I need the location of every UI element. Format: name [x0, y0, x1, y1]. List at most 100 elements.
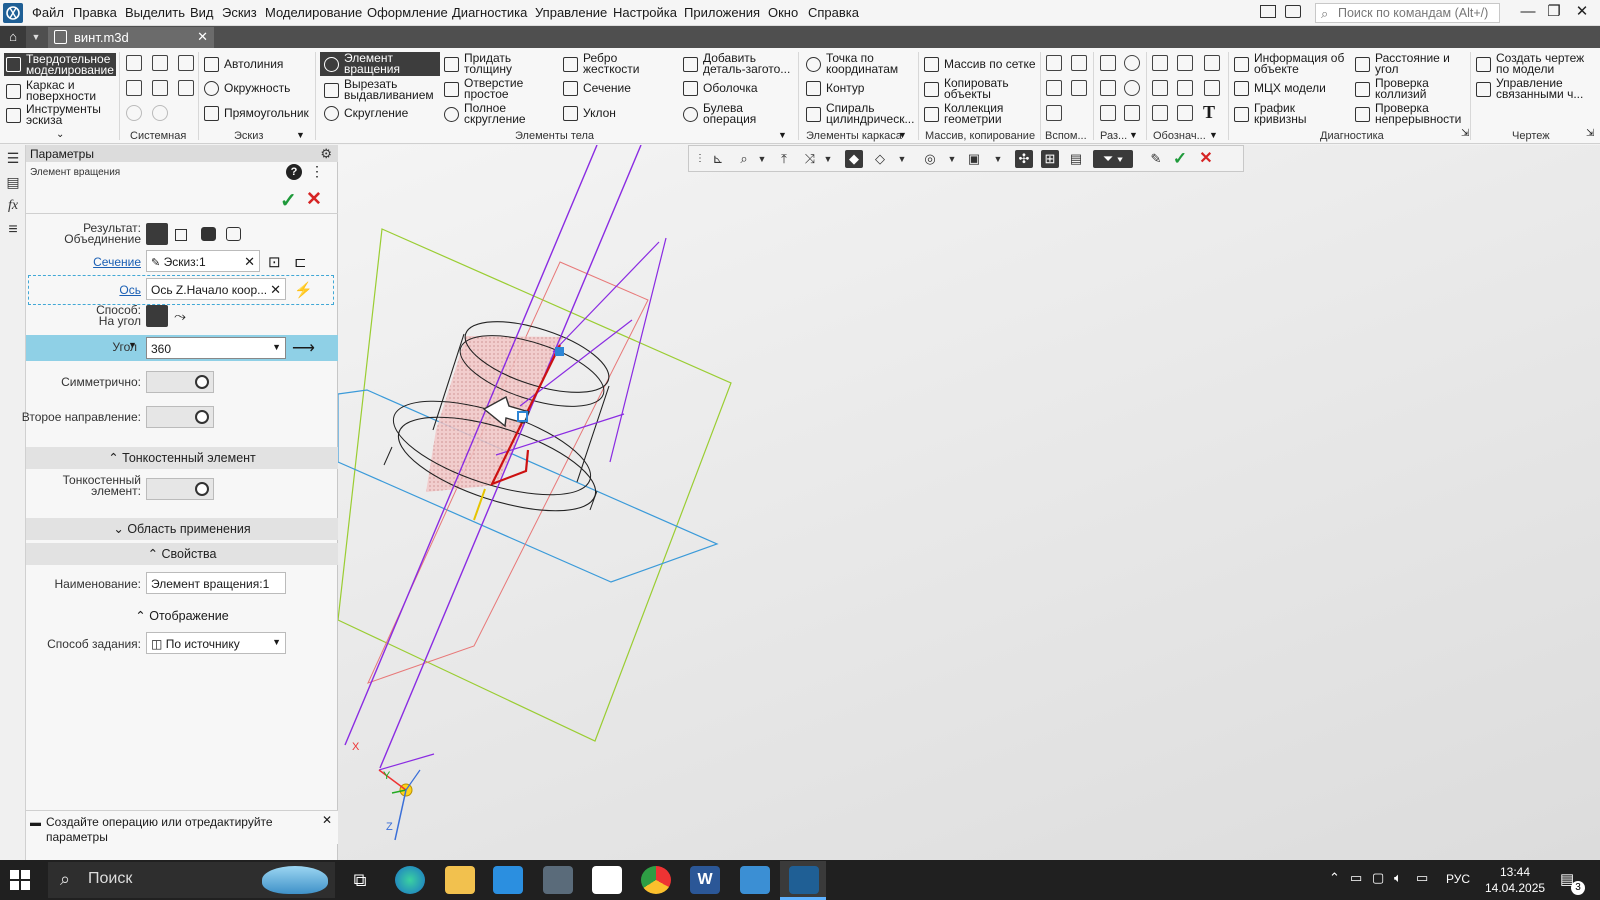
photos-icon[interactable]	[740, 866, 770, 894]
taskbar-search[interactable]: ⌕ Поиск	[48, 862, 335, 898]
thinwall-toggle[interactable]	[146, 478, 214, 500]
task-view-icon[interactable]: ⧉	[345, 866, 375, 894]
object-info-button[interactable]: Информация об объекте	[1234, 52, 1354, 75]
plane-red[interactable]	[367, 261, 649, 684]
frame-group-dropdown-icon[interactable]: ▼	[898, 130, 907, 140]
select-section-icon[interactable]: ⊡	[268, 253, 281, 271]
chrome-icon[interactable]	[641, 866, 671, 894]
menu-help[interactable]: Справка	[808, 5, 859, 20]
select-axis-icon[interactable]: ⚡	[294, 281, 313, 299]
rib-button[interactable]: Ребро жесткости	[563, 52, 653, 75]
simple-hole-button[interactable]: Отверстие простое	[444, 77, 534, 100]
collision-check-button[interactable]: Проверка коллизий	[1355, 77, 1455, 100]
language-indicator[interactable]: РУС	[1446, 872, 1470, 886]
method-to-object-icon[interactable]: ⤳	[174, 308, 186, 325]
menu-view[interactable]: Вид	[190, 5, 214, 20]
mode-solid-modeling[interactable]: Твердотельное моделирование	[4, 53, 116, 76]
pipette-icon[interactable]: ✎	[1147, 150, 1165, 168]
notation-tolerance-icon[interactable]	[1177, 80, 1193, 96]
draw-app-icon[interactable]	[592, 866, 622, 894]
mode-frame-surfaces[interactable]: Каркас и поверхности	[6, 79, 116, 102]
cancel-x-icon[interactable]: ✕	[306, 188, 322, 211]
create-drawing-button[interactable]: Создать чертеж по модели	[1476, 52, 1591, 75]
axis-field[interactable]: Ось Z.Начало коор... ✕	[146, 278, 286, 300]
axis-link[interactable]: Ось	[119, 283, 141, 297]
notation-mark-icon[interactable]	[1204, 80, 1220, 96]
abort-x-icon[interactable]: ✕	[1197, 150, 1215, 168]
menu-apps[interactable]: Приложения	[684, 5, 760, 20]
aux-plane-icon[interactable]	[1046, 55, 1062, 71]
autoline-button[interactable]: Автолиния	[204, 57, 283, 72]
size-group-dropdown-icon[interactable]: ▼	[1129, 130, 1138, 140]
clock[interactable]: 13:44 14.04.2025	[1485, 864, 1545, 896]
clear-axis-icon[interactable]: ✕	[268, 282, 281, 298]
store-icon[interactable]	[493, 866, 523, 894]
drawing-group-expand-icon[interactable]: ⇲	[1586, 128, 1594, 139]
size-diameter-icon[interactable]	[1124, 80, 1140, 96]
clear-section-icon[interactable]: ✕	[244, 254, 255, 270]
notation-thread-icon[interactable]	[1177, 55, 1193, 71]
menu-select[interactable]: Выделить	[125, 5, 185, 20]
home-icon[interactable]: ⌂	[0, 26, 26, 48]
section-button[interactable]: Сечение	[563, 81, 631, 96]
tray-app-icon[interactable]: ▢	[1372, 870, 1384, 886]
fillet-button[interactable]: Скругление	[324, 106, 408, 121]
new-file-icon[interactable]	[126, 55, 142, 71]
volume-icon[interactable]: 🔈︎	[1394, 870, 1402, 886]
thicken-button[interactable]: Придать толщину	[444, 52, 524, 75]
notation-leader-icon[interactable]	[1152, 55, 1168, 71]
rotate-icon[interactable]: ⤨	[801, 150, 819, 168]
zoom-icon[interactable]: ⌕	[735, 150, 753, 168]
open-folder-icon[interactable]	[152, 55, 168, 71]
menu-file[interactable]: Файл	[32, 5, 64, 20]
notation-position-icon[interactable]	[1152, 105, 1168, 121]
angle-mode-dropdown-icon[interactable]: ▼	[128, 340, 137, 350]
result-subtract-icon[interactable]	[201, 227, 216, 241]
size-linear-icon[interactable]	[1100, 55, 1116, 71]
revolve-element-button[interactable]: Элемент вращения	[320, 52, 440, 76]
extrude-cut-button[interactable]: Вырезать выдавливанием	[324, 78, 436, 101]
display-mode-select[interactable]: ◫ По источнику ▼	[146, 632, 286, 654]
plane-green[interactable]	[337, 228, 732, 742]
rotate-dropdown-icon[interactable]: ▼	[819, 150, 837, 168]
network-icon[interactable]: ▭	[1416, 870, 1428, 886]
manage-linked-drawings-button[interactable]: Управление связанными ч...	[1476, 77, 1591, 100]
apply-checkmark-icon[interactable]: ✓	[1171, 150, 1189, 168]
cylindrical-spiral-button[interactable]: Спираль цилиндрическ...	[806, 102, 921, 125]
rectangle-button[interactable]: Прямоугольник	[204, 106, 309, 121]
notation-base-icon[interactable]	[1152, 80, 1168, 96]
gear-icon[interactable]: ⚙	[320, 146, 332, 162]
result-union-icon[interactable]	[146, 223, 168, 245]
shell-button[interactable]: Оболочка	[683, 81, 758, 96]
snap-icon[interactable]: ✣	[1015, 150, 1033, 168]
section-view-icon[interactable]: ▣	[965, 150, 983, 168]
properties-section-header[interactable]: ⌃ Свойства	[26, 543, 338, 565]
aux-point-icon[interactable]	[1071, 80, 1087, 96]
zoom-dropdown-icon[interactable]: ▼	[753, 150, 771, 168]
display-mode-dropdown-icon[interactable]: ▼	[893, 150, 911, 168]
word-icon[interactable]: W	[690, 866, 720, 894]
panel-layout-icon[interactable]	[1260, 5, 1276, 18]
filter-icon[interactable]: ⏷ ▾	[1093, 150, 1133, 168]
calculator-icon[interactable]	[543, 866, 573, 894]
close-tab-icon[interactable]: ✕	[197, 29, 208, 45]
shaded-view-icon[interactable]: ◆	[845, 150, 863, 168]
wireframe-view-icon[interactable]: ◇	[871, 150, 889, 168]
angle-dropdown-icon[interactable]: ▼	[272, 342, 281, 352]
angle-input[interactable]: 360 ▼	[146, 337, 286, 359]
preview-icon[interactable]	[152, 80, 168, 96]
variables-fx-icon[interactable]: fx	[4, 197, 22, 215]
continuity-check-button[interactable]: Проверка непрерывности	[1355, 102, 1475, 125]
section-view-dropdown-icon[interactable]: ▼	[989, 150, 1007, 168]
direction-arrow-icon[interactable]: ⟶	[292, 338, 315, 358]
properties-icon[interactable]	[178, 80, 194, 96]
second-direction-toggle[interactable]	[146, 406, 214, 428]
edge-browser-icon[interactable]	[395, 866, 425, 894]
method-by-angle-icon[interactable]	[146, 305, 168, 327]
expand-modes-icon[interactable]: ⌄	[56, 129, 64, 140]
parameters-panel-icon[interactable]: ▤	[4, 173, 22, 191]
file-explorer-icon[interactable]	[445, 866, 475, 894]
display-mode-dropdown-icon[interactable]: ▼	[272, 637, 281, 647]
notation-roughness-icon[interactable]	[1204, 55, 1220, 71]
help-icon[interactable]: ?	[286, 164, 302, 180]
